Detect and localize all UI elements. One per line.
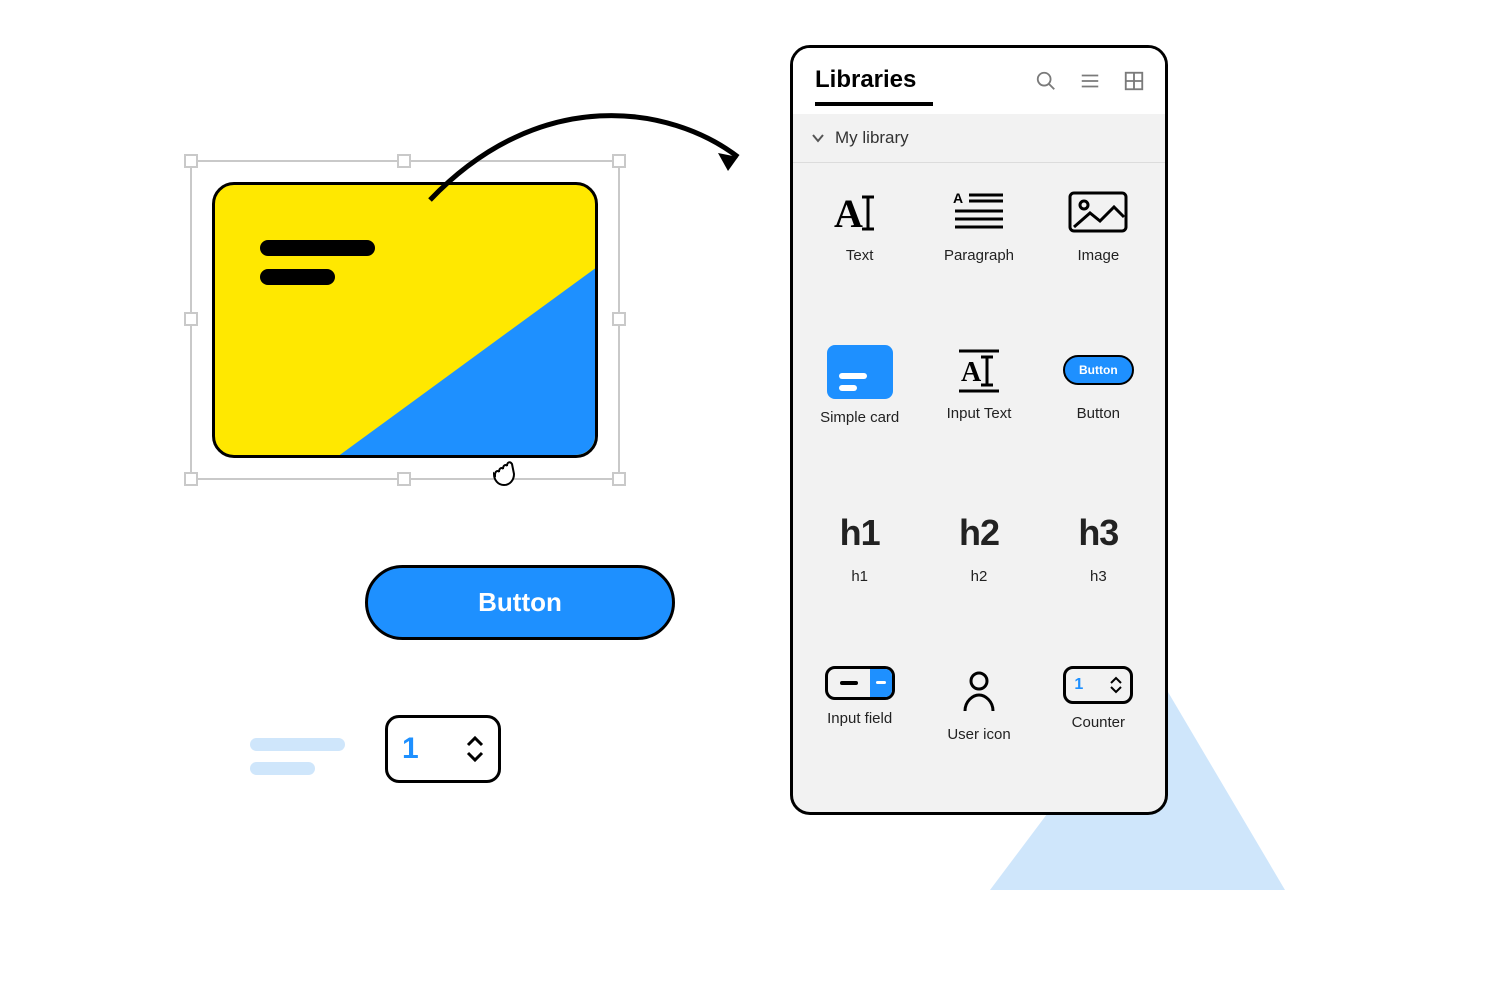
input-text-icon: A — [944, 345, 1014, 395]
library-item-h1[interactable]: h1 h1 — [803, 508, 916, 630]
image-icon — [1063, 187, 1133, 237]
libraries-panel: Libraries My library A Text — [790, 45, 1168, 815]
list-view-icon[interactable] — [1079, 70, 1101, 92]
panel-title: Libraries — [815, 66, 916, 94]
library-item-h3[interactable]: h3 h3 — [1042, 508, 1155, 630]
resize-handle[interactable] — [184, 472, 198, 486]
skeleton-line — [250, 762, 315, 775]
library-item-button[interactable]: Button Button — [1042, 345, 1155, 471]
resize-handle[interactable] — [184, 154, 198, 168]
user-icon — [944, 666, 1014, 716]
button-label: Button — [478, 587, 562, 618]
button-element[interactable]: Button — [365, 565, 675, 640]
item-label: Button — [1077, 405, 1120, 422]
grid-view-icon[interactable] — [1123, 70, 1145, 92]
item-label: Image — [1077, 247, 1119, 264]
library-item-text[interactable]: A Text — [803, 187, 916, 309]
text-icon: A — [825, 187, 895, 237]
library-item-image[interactable]: Image — [1042, 187, 1155, 309]
section-header[interactable]: My library — [793, 114, 1165, 163]
h3-icon: h3 — [1063, 508, 1133, 558]
chevron-down-icon — [811, 131, 825, 145]
library-item-simple-card[interactable]: Simple card — [803, 345, 916, 471]
chevron-up-icon[interactable] — [466, 735, 484, 747]
grab-cursor-icon — [485, 455, 525, 495]
paragraph-icon: A — [944, 187, 1014, 237]
item-label: h1 — [851, 568, 868, 585]
resize-handle[interactable] — [612, 312, 626, 326]
svg-text:A: A — [961, 357, 982, 388]
item-label: Text — [846, 247, 874, 264]
item-label: Paragraph — [944, 247, 1014, 264]
item-label: Input field — [827, 710, 892, 727]
resize-handle[interactable] — [612, 472, 626, 486]
simple-card-icon — [827, 345, 893, 399]
card-corner — [337, 267, 597, 457]
svg-text:A: A — [834, 191, 863, 235]
library-item-input-text[interactable]: A Input Text — [922, 345, 1035, 471]
library-item-user-icon[interactable]: User icon — [922, 666, 1035, 788]
card-line — [260, 269, 335, 285]
counter-value: 1 — [402, 732, 419, 766]
card-element[interactable] — [212, 182, 598, 458]
section-label: My library — [835, 128, 909, 148]
library-item-counter[interactable]: 1 Counter — [1042, 666, 1155, 788]
counter-icon: 1 — [1063, 666, 1133, 704]
input-field-icon — [825, 666, 895, 700]
svg-text:A: A — [953, 190, 963, 206]
item-label: h3 — [1090, 568, 1107, 585]
h2-icon: h2 — [944, 508, 1014, 558]
library-item-input-field[interactable]: Input field — [803, 666, 916, 788]
item-label: h2 — [971, 568, 988, 585]
h1-icon: h1 — [825, 508, 895, 558]
counter-element[interactable]: 1 — [385, 715, 501, 783]
card-line — [260, 240, 375, 256]
item-label: User icon — [947, 726, 1010, 743]
resize-handle[interactable] — [397, 154, 411, 168]
flow-arrow-icon — [420, 95, 760, 215]
item-label: Input Text — [947, 405, 1012, 422]
resize-handle[interactable] — [184, 312, 198, 326]
tab-underline — [815, 102, 933, 106]
chevron-down-icon — [1110, 686, 1122, 694]
search-icon[interactable] — [1035, 70, 1057, 92]
button-chip-icon: Button — [1063, 345, 1133, 395]
skeleton-line — [250, 738, 345, 751]
chevron-down-icon[interactable] — [466, 751, 484, 763]
item-label: Simple card — [820, 409, 899, 426]
library-item-h2[interactable]: h2 h2 — [922, 508, 1035, 630]
chevron-up-icon — [1110, 676, 1122, 684]
item-label: Counter — [1072, 714, 1125, 731]
library-item-paragraph[interactable]: A Paragraph — [922, 187, 1035, 309]
resize-handle[interactable] — [397, 472, 411, 486]
